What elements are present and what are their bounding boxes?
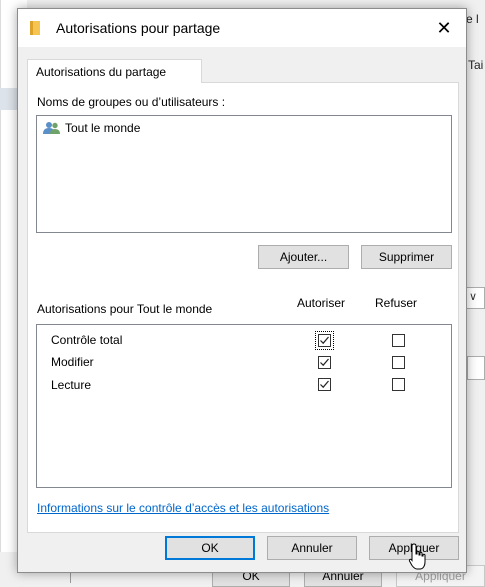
modify-deny-checkbox[interactable] (392, 356, 405, 369)
close-icon: ✕ (436, 18, 452, 38)
tab-share-permissions[interactable]: Autorisations du partage (27, 59, 202, 83)
checkmark-icon (320, 380, 329, 389)
cancel-button-label: Annuler (291, 541, 333, 555)
list-item[interactable]: Tout le monde (43, 120, 140, 136)
groups-label: Noms de groupes ou d’utilisateurs : (37, 95, 226, 109)
checkmark-icon (320, 336, 329, 345)
ok-button[interactable]: OK (165, 536, 255, 560)
access-control-info-link[interactable]: Informations sur le contrôle d’accès et … (37, 501, 329, 515)
background-text-top: e l (466, 12, 479, 26)
background-text-mid: Tai (468, 58, 484, 72)
add-button[interactable]: Ajouter... (258, 245, 349, 269)
permissions-list: Contrôle total Modifier Lecture (36, 324, 452, 488)
background-selected-row (0, 88, 18, 110)
folder-icon (30, 21, 40, 35)
full-control-allow-checkbox[interactable] (315, 331, 334, 350)
tab-label: Autorisations du partage (36, 65, 167, 79)
permission-modify-label: Modifier (51, 355, 94, 369)
background-spinner[interactable] (467, 356, 485, 380)
remove-button-label: Supprimer (378, 250, 435, 264)
dialog-title-bar: Autorisations pour partage ✕ (18, 9, 466, 47)
add-button-label: Ajouter... (279, 250, 328, 264)
checkmark-icon (320, 358, 329, 367)
chevron-down-icon: ∨ (469, 291, 478, 303)
modify-allow-checkbox[interactable] (318, 356, 331, 369)
permission-full-control-label: Contrôle total (51, 333, 123, 347)
close-button[interactable]: ✕ (430, 15, 458, 41)
cancel-button[interactable]: Annuler (267, 536, 357, 560)
permissions-for-label: Autorisations pour Tout le monde (37, 302, 213, 316)
read-deny-checkbox[interactable] (392, 378, 405, 391)
full-control-deny-checkbox[interactable] (392, 334, 405, 347)
hand-cursor-icon (408, 543, 426, 570)
share-permissions-dialog: Autorisations pour partage ✕ Autorisatio… (17, 8, 467, 573)
allow-column-header: Autoriser (297, 296, 346, 310)
background-dropdown[interactable]: ∨ (464, 287, 485, 309)
dialog-title: Autorisations pour partage (56, 20, 221, 36)
group-name: Tout le monde (65, 121, 141, 135)
permission-read-label: Lecture (51, 378, 92, 392)
groups-listbox[interactable]: Tout le monde (36, 115, 452, 233)
read-allow-checkbox[interactable] (318, 378, 331, 391)
remove-button[interactable]: Supprimer (361, 245, 452, 269)
users-icon (43, 122, 60, 134)
ok-button-label: OK (201, 541, 219, 555)
deny-column-header: Refuser (375, 296, 418, 310)
